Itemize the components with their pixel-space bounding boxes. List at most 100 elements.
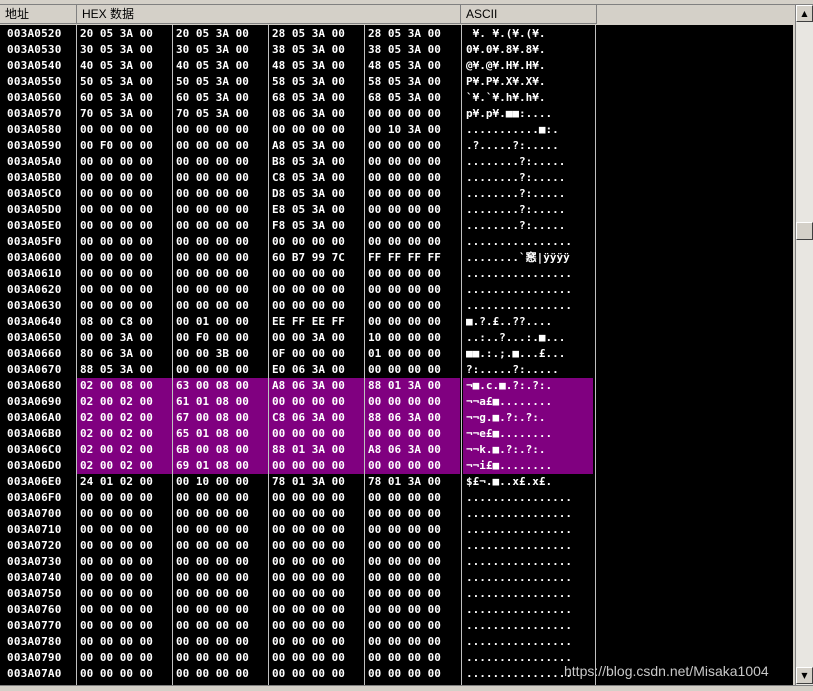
dump-row[interactable]: 003A0620 00 00 00 00 00 00 00 00 00 00 00 0…: [0, 282, 793, 298]
hex-bytes-cell[interactable]: 00 00 00 00: [365, 218, 460, 234]
hex-bytes-cell[interactable]: 00 00 00 00: [77, 490, 172, 506]
dump-row[interactable]: 003A0550 50 05 3A 00 50 05 3A 00 58 05 3A 0…: [0, 74, 793, 90]
hex-bytes-cell[interactable]: 00 00 00 00: [173, 154, 268, 170]
hex-bytes-cell[interactable]: 02 00 02 00: [77, 394, 172, 410]
hex-bytes-cell[interactable]: 00 00 00 00: [269, 618, 364, 634]
hex-bytes-cell[interactable]: 00 00 00 00: [173, 506, 268, 522]
hex-bytes-cell[interactable]: FF FF FF FF: [365, 250, 460, 266]
dump-row[interactable]: 003A0630 00 00 00 00 00 00 00 00 00 00 00 0…: [0, 298, 793, 314]
hex-bytes-cell[interactable]: 68 05 3A 00: [269, 90, 364, 106]
hex-bytes-cell[interactable]: 70 05 3A 00: [173, 106, 268, 122]
hex-bytes-cell[interactable]: 63 00 08 00: [173, 378, 268, 394]
hex-bytes-cell[interactable]: 58 05 3A 00: [365, 74, 460, 90]
ascii-cell[interactable]: ■■.:.;.■...£...: [463, 346, 593, 362]
hex-bytes-cell[interactable]: 48 05 3A 00: [269, 58, 364, 74]
hex-bytes-cell[interactable]: 00 00 00 00: [269, 666, 364, 682]
hex-bytes-cell[interactable]: 28 05 3A 00: [269, 26, 364, 42]
hex-bytes-cell[interactable]: 00 00 3A 00: [77, 330, 172, 346]
hex-bytes-cell[interactable]: 02 00 02 00: [77, 458, 172, 474]
hex-bytes-cell[interactable]: 00 00 00 00: [365, 458, 460, 474]
hex-bytes-cell[interactable]: 00 F0 00 00: [77, 138, 172, 154]
hex-bytes-cell[interactable]: 30 05 3A 00: [173, 42, 268, 58]
hex-bytes-cell[interactable]: 88 01 3A 00: [365, 378, 460, 394]
hex-bytes-cell[interactable]: 00 00 00 00: [77, 554, 172, 570]
hex-bytes-cell[interactable]: 50 05 3A 00: [173, 74, 268, 90]
ascii-cell[interactable]: P¥.P¥.X¥.X¥.: [463, 74, 593, 90]
hex-bytes-cell[interactable]: 6B 00 08 00: [173, 442, 268, 458]
hex-bytes-cell[interactable]: 00 00 00 00: [269, 538, 364, 554]
hex-bytes-cell[interactable]: 00 00 00 00: [269, 570, 364, 586]
hex-bytes-cell[interactable]: 00 00 00 00: [269, 298, 364, 314]
hex-bytes-cell[interactable]: 88 05 3A 00: [77, 362, 172, 378]
dump-row[interactable]: 003A06D0 02 00 02 00 69 01 08 00 00 00 00 0…: [0, 458, 793, 474]
hex-bytes-cell[interactable]: 00 00 00 00: [77, 234, 172, 250]
hex-bytes-cell[interactable]: 00 00 3A 00: [269, 330, 364, 346]
hex-bytes-cell[interactable]: 00 00 00 00: [365, 522, 460, 538]
hex-bytes-cell[interactable]: 20 05 3A 00: [173, 26, 268, 42]
dump-row[interactable]: 003A05E0 00 00 00 00 00 00 00 00 F8 05 3A 0…: [0, 218, 793, 234]
dump-row[interactable]: 003A0730 00 00 00 00 00 00 00 00 00 00 00 0…: [0, 554, 793, 570]
hex-bytes-cell[interactable]: 00 00 00 00: [365, 490, 460, 506]
hex-bytes-cell[interactable]: 00 00 00 00: [269, 282, 364, 298]
hex-bytes-cell[interactable]: 00 00 00 00: [269, 426, 364, 442]
hex-bytes-cell[interactable]: 08 00 C8 00: [77, 314, 172, 330]
ascii-cell[interactable]: ¬¬g.■.?:.?:.: [463, 410, 593, 426]
dump-row[interactable]: 003A0710 00 00 00 00 00 00 00 00 00 00 00 0…: [0, 522, 793, 538]
hex-bytes-cell[interactable]: 00 00 00 00: [173, 650, 268, 666]
hex-bytes-cell[interactable]: 00 00 00 00: [77, 538, 172, 554]
hex-bytes-cell[interactable]: 00 00 00 00: [365, 138, 460, 154]
dump-row[interactable]: 003A0650 00 00 3A 00 00 F0 00 00 00 00 3A 0…: [0, 330, 793, 346]
hex-bytes-cell[interactable]: 78 01 3A 00: [269, 474, 364, 490]
dump-row[interactable]: 003A0660 80 06 3A 00 00 00 3B 00 0F 00 00 0…: [0, 346, 793, 362]
dump-row[interactable]: 003A0560 60 05 3A 00 60 05 3A 00 68 05 3A 0…: [0, 90, 793, 106]
hex-bytes-cell[interactable]: 61 01 08 00: [173, 394, 268, 410]
dump-row[interactable]: 003A0530 30 05 3A 00 30 05 3A 00 38 05 3A 0…: [0, 42, 793, 58]
hex-bytes-cell[interactable]: 00 00 00 00: [173, 122, 268, 138]
hex-bytes-cell[interactable]: 00 00 00 00: [173, 522, 268, 538]
address-column-header[interactable]: 地址: [0, 5, 77, 24]
ascii-cell[interactable]: ........?:.....: [463, 154, 593, 170]
hex-bytes-cell[interactable]: 00 00 00 00: [173, 570, 268, 586]
hex-bytes-cell[interactable]: C8 06 3A 00: [269, 410, 364, 426]
hex-bytes-cell[interactable]: 00 00 00 00: [77, 186, 172, 202]
dump-row[interactable]: 003A0780 00 00 00 00 00 00 00 00 00 00 00 0…: [0, 634, 793, 650]
ascii-cell[interactable]: ................: [463, 522, 593, 538]
hex-bytes-cell[interactable]: 00 00 00 00: [269, 554, 364, 570]
hex-bytes-cell[interactable]: 50 05 3A 00: [77, 74, 172, 90]
hex-bytes-cell[interactable]: B8 05 3A 00: [269, 154, 364, 170]
ascii-cell[interactable]: ................: [463, 570, 593, 586]
ascii-cell[interactable]: ........?:.....: [463, 186, 593, 202]
ascii-cell[interactable]: ...........■:.: [463, 122, 593, 138]
ascii-cell[interactable]: ........?:.....: [463, 170, 593, 186]
hex-bytes-cell[interactable]: 00 00 00 00: [173, 282, 268, 298]
scroll-thumb[interactable]: [796, 222, 813, 240]
hex-bytes-cell[interactable]: 00 00 00 00: [77, 586, 172, 602]
scroll-down-button[interactable]: ▼: [796, 667, 813, 684]
hex-bytes-cell[interactable]: E0 06 3A 00: [269, 362, 364, 378]
dump-row[interactable]: 003A0590 00 F0 00 00 00 00 00 00 A8 05 3A 0…: [0, 138, 793, 154]
hex-bytes-cell[interactable]: 00 00 00 00: [173, 634, 268, 650]
ascii-cell[interactable]: ................: [463, 266, 593, 282]
hex-bytes-cell[interactable]: A8 05 3A 00: [269, 138, 364, 154]
dump-row[interactable]: 003A06B0 02 00 02 00 65 01 08 00 00 00 00 0…: [0, 426, 793, 442]
ascii-cell[interactable]: 0¥.0¥.8¥.8¥.: [463, 42, 593, 58]
scroll-up-button[interactable]: ▲: [796, 5, 813, 22]
hex-bytes-cell[interactable]: 02 00 02 00: [77, 426, 172, 442]
hex-bytes-cell[interactable]: 00 00 00 00: [173, 202, 268, 218]
ascii-cell[interactable]: ................: [463, 602, 593, 618]
hex-bytes-cell[interactable]: 00 00 00 00: [365, 362, 460, 378]
hex-dump-pane[interactable]: 003A0520 20 05 3A 00 20 05 3A 00 28 05 3A 0…: [0, 25, 793, 685]
hex-bytes-cell[interactable]: 00 00 00 00: [173, 250, 268, 266]
dump-row[interactable]: 003A06C0 02 00 02 00 6B 00 08 00 88 01 3A 0…: [0, 442, 793, 458]
hex-bytes-cell[interactable]: 00 00 00 00: [365, 618, 460, 634]
hex-bytes-cell[interactable]: 00 00 00 00: [77, 218, 172, 234]
hex-bytes-cell[interactable]: 00 00 00 00: [77, 202, 172, 218]
ascii-cell[interactable]: .?.....?:.....: [463, 138, 593, 154]
hex-bytes-cell[interactable]: 60 B7 99 7C: [269, 250, 364, 266]
hex-bytes-cell[interactable]: 00 00 00 00: [365, 602, 460, 618]
dump-row[interactable]: 003A06F0 00 00 00 00 00 00 00 00 00 00 00 0…: [0, 490, 793, 506]
hex-bytes-cell[interactable]: 00 00 00 00: [77, 298, 172, 314]
dump-row[interactable]: 003A0600 00 00 00 00 00 00 00 00 60 B7 99 7…: [0, 250, 793, 266]
hex-bytes-cell[interactable]: 00 00 00 00: [77, 282, 172, 298]
hex-bytes-cell[interactable]: 00 00 00 00: [173, 138, 268, 154]
